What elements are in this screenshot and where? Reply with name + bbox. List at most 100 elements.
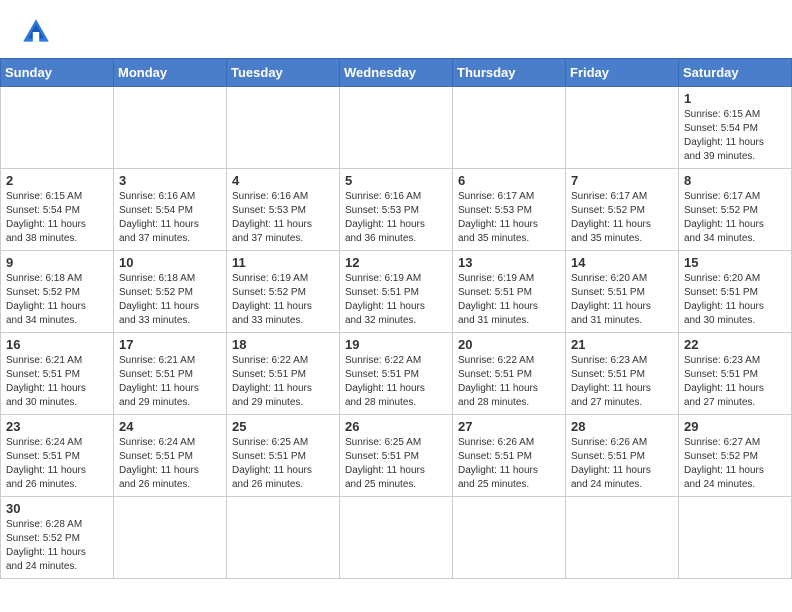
calendar-week-row: 16 Sunrise: 6:21 AM Sunset: 5:51 PM Dayli… [1,333,792,415]
cell-info: Sunrise: 6:21 AM Sunset: 5:51 PM Dayligh… [119,354,221,410]
calendar-cell: 12Sunrise: 6:19 AM Sunset: 5:51 PM Dayli… [340,251,453,333]
calendar-cell [453,497,566,579]
calendar-cell: 25 Sunrise: 6:25 AM Sunset: 5:51 PM Dayli… [227,415,340,497]
weekday-header-row: SundayMondayTuesdayWednesdayThursdayFrid… [1,59,792,87]
cell-info: Sunrise: 6:24 AM Sunset: 5:51 PM Dayligh… [119,436,221,492]
cell-info: Sunrise: 6:17 AM Sunset: 5:52 PM Dayligh… [684,190,786,246]
day-number: 2 [6,173,108,188]
day-number: 18 [232,337,334,352]
calendar-cell [453,87,566,169]
cell-info: Sunrise: 6:18 AM Sunset: 5:52 PM Dayligh… [6,272,108,328]
cell-info: Sunrise: 6:24 AM Sunset: 5:51 PM Dayligh… [6,436,108,492]
calendar-cell [679,497,792,579]
day-number: 19 [345,337,447,352]
calendar-cell: 22 Sunrise: 6:23 AM Sunset: 5:51 PM Dayli… [679,333,792,415]
cell-info: Sunrise: 6:19 AM Sunset: 5:52 PM Dayligh… [232,272,334,328]
day-number: 30 [6,501,108,516]
calendar-cell: 15 Sunrise: 6:20 AM Sunset: 5:51 PM Dayli… [679,251,792,333]
cell-info: Sunrise: 6:16 AM Sunset: 5:54 PM Dayligh… [119,190,221,246]
calendar-cell: 5 Sunrise: 6:16 AM Sunset: 5:53 PM Daylig… [340,169,453,251]
calendar-cell: 7Sunrise: 6:17 AM Sunset: 5:52 PM Daylig… [566,169,679,251]
cell-info: Sunrise: 6:22 AM Sunset: 5:51 PM Dayligh… [232,354,334,410]
day-number: 21 [571,337,673,352]
day-number: 15 [684,255,786,270]
day-number: 25 [232,419,334,434]
calendar-table: SundayMondayTuesdayWednesdayThursdayFrid… [0,58,792,579]
day-number: 27 [458,419,560,434]
cell-info: Sunrise: 6:16 AM Sunset: 5:53 PM Dayligh… [232,190,334,246]
calendar-cell [340,497,453,579]
day-number: 23 [6,419,108,434]
cell-info: Sunrise: 6:20 AM Sunset: 5:51 PM Dayligh… [684,272,786,328]
calendar-cell [1,87,114,169]
cell-info: Sunrise: 6:16 AM Sunset: 5:53 PM Dayligh… [345,190,447,246]
cell-info: Sunrise: 6:17 AM Sunset: 5:53 PM Dayligh… [458,190,560,246]
cell-info: Sunrise: 6:17 AM Sunset: 5:52 PM Dayligh… [571,190,673,246]
calendar-cell [566,87,679,169]
cell-info: Sunrise: 6:25 AM Sunset: 5:51 PM Dayligh… [232,436,334,492]
day-number: 10 [119,255,221,270]
calendar-cell: 26 Sunrise: 6:25 AM Sunset: 5:51 PM Dayli… [340,415,453,497]
day-number: 12 [345,255,447,270]
calendar-cell [340,87,453,169]
calendar-cell: 3 Sunrise: 6:16 AM Sunset: 5:54 PM Daylig… [114,169,227,251]
weekday-header-sunday: Sunday [1,59,114,87]
calendar-cell: 1Sunrise: 6:15 AM Sunset: 5:54 PM Daylig… [679,87,792,169]
calendar-cell [227,497,340,579]
calendar-cell: 27Sunrise: 6:26 AM Sunset: 5:51 PM Dayli… [453,415,566,497]
cell-info: Sunrise: 6:28 AM Sunset: 5:52 PM Dayligh… [6,518,108,574]
calendar-cell: 16 Sunrise: 6:21 AM Sunset: 5:51 PM Dayli… [1,333,114,415]
cell-info: Sunrise: 6:26 AM Sunset: 5:51 PM Dayligh… [571,436,673,492]
day-number: 6 [458,173,560,188]
cell-info: Sunrise: 6:23 AM Sunset: 5:51 PM Dayligh… [684,354,786,410]
day-number: 29 [684,419,786,434]
cell-info: Sunrise: 6:22 AM Sunset: 5:51 PM Dayligh… [458,354,560,410]
day-number: 24 [119,419,221,434]
cell-info: Sunrise: 6:18 AM Sunset: 5:52 PM Dayligh… [119,272,221,328]
logo-icon [20,16,52,48]
calendar-week-row: 9Sunrise: 6:18 AM Sunset: 5:52 PM Daylig… [1,251,792,333]
day-number: 22 [684,337,786,352]
calendar-week-row: 2 Sunrise: 6:15 AM Sunset: 5:54 PM Daylig… [1,169,792,251]
weekday-header-saturday: Saturday [679,59,792,87]
calendar-cell: 4 Sunrise: 6:16 AM Sunset: 5:53 PM Daylig… [227,169,340,251]
calendar-cell: 18 Sunrise: 6:22 AM Sunset: 5:51 PM Dayli… [227,333,340,415]
weekday-header-friday: Friday [566,59,679,87]
day-number: 26 [345,419,447,434]
calendar-cell: 8 Sunrise: 6:17 AM Sunset: 5:52 PM Daylig… [679,169,792,251]
header [0,0,792,58]
day-number: 3 [119,173,221,188]
cell-info: Sunrise: 6:22 AM Sunset: 5:51 PM Dayligh… [345,354,447,410]
cell-info: Sunrise: 6:25 AM Sunset: 5:51 PM Dayligh… [345,436,447,492]
calendar-cell: 17Sunrise: 6:21 AM Sunset: 5:51 PM Dayli… [114,333,227,415]
cell-info: Sunrise: 6:15 AM Sunset: 5:54 PM Dayligh… [684,108,786,164]
weekday-header-thursday: Thursday [453,59,566,87]
calendar-cell: 6 Sunrise: 6:17 AM Sunset: 5:53 PM Daylig… [453,169,566,251]
day-number: 20 [458,337,560,352]
day-number: 11 [232,255,334,270]
weekday-header-tuesday: Tuesday [227,59,340,87]
calendar-week-row: 1Sunrise: 6:15 AM Sunset: 5:54 PM Daylig… [1,87,792,169]
calendar-cell [114,497,227,579]
day-number: 16 [6,337,108,352]
weekday-header-wednesday: Wednesday [340,59,453,87]
day-number: 4 [232,173,334,188]
page: SundayMondayTuesdayWednesdayThursdayFrid… [0,0,792,612]
calendar-cell: 11 Sunrise: 6:19 AM Sunset: 5:52 PM Dayli… [227,251,340,333]
logo [20,16,58,48]
calendar-cell [566,497,679,579]
calendar-cell: 14Sunrise: 6:20 AM Sunset: 5:51 PM Dayli… [566,251,679,333]
cell-info: Sunrise: 6:21 AM Sunset: 5:51 PM Dayligh… [6,354,108,410]
calendar-cell: 19 Sunrise: 6:22 AM Sunset: 5:51 PM Dayli… [340,333,453,415]
calendar-cell: 28Sunrise: 6:26 AM Sunset: 5:51 PM Dayli… [566,415,679,497]
calendar-cell [114,87,227,169]
day-number: 13 [458,255,560,270]
day-number: 5 [345,173,447,188]
calendar-cell: 20 Sunrise: 6:22 AM Sunset: 5:51 PM Dayli… [453,333,566,415]
calendar-cell: 24 Sunrise: 6:24 AM Sunset: 5:51 PM Dayli… [114,415,227,497]
calendar-cell: 2 Sunrise: 6:15 AM Sunset: 5:54 PM Daylig… [1,169,114,251]
calendar-cell [227,87,340,169]
day-number: 8 [684,173,786,188]
cell-info: Sunrise: 6:15 AM Sunset: 5:54 PM Dayligh… [6,190,108,246]
calendar-week-row: 23 Sunrise: 6:24 AM Sunset: 5:51 PM Dayli… [1,415,792,497]
